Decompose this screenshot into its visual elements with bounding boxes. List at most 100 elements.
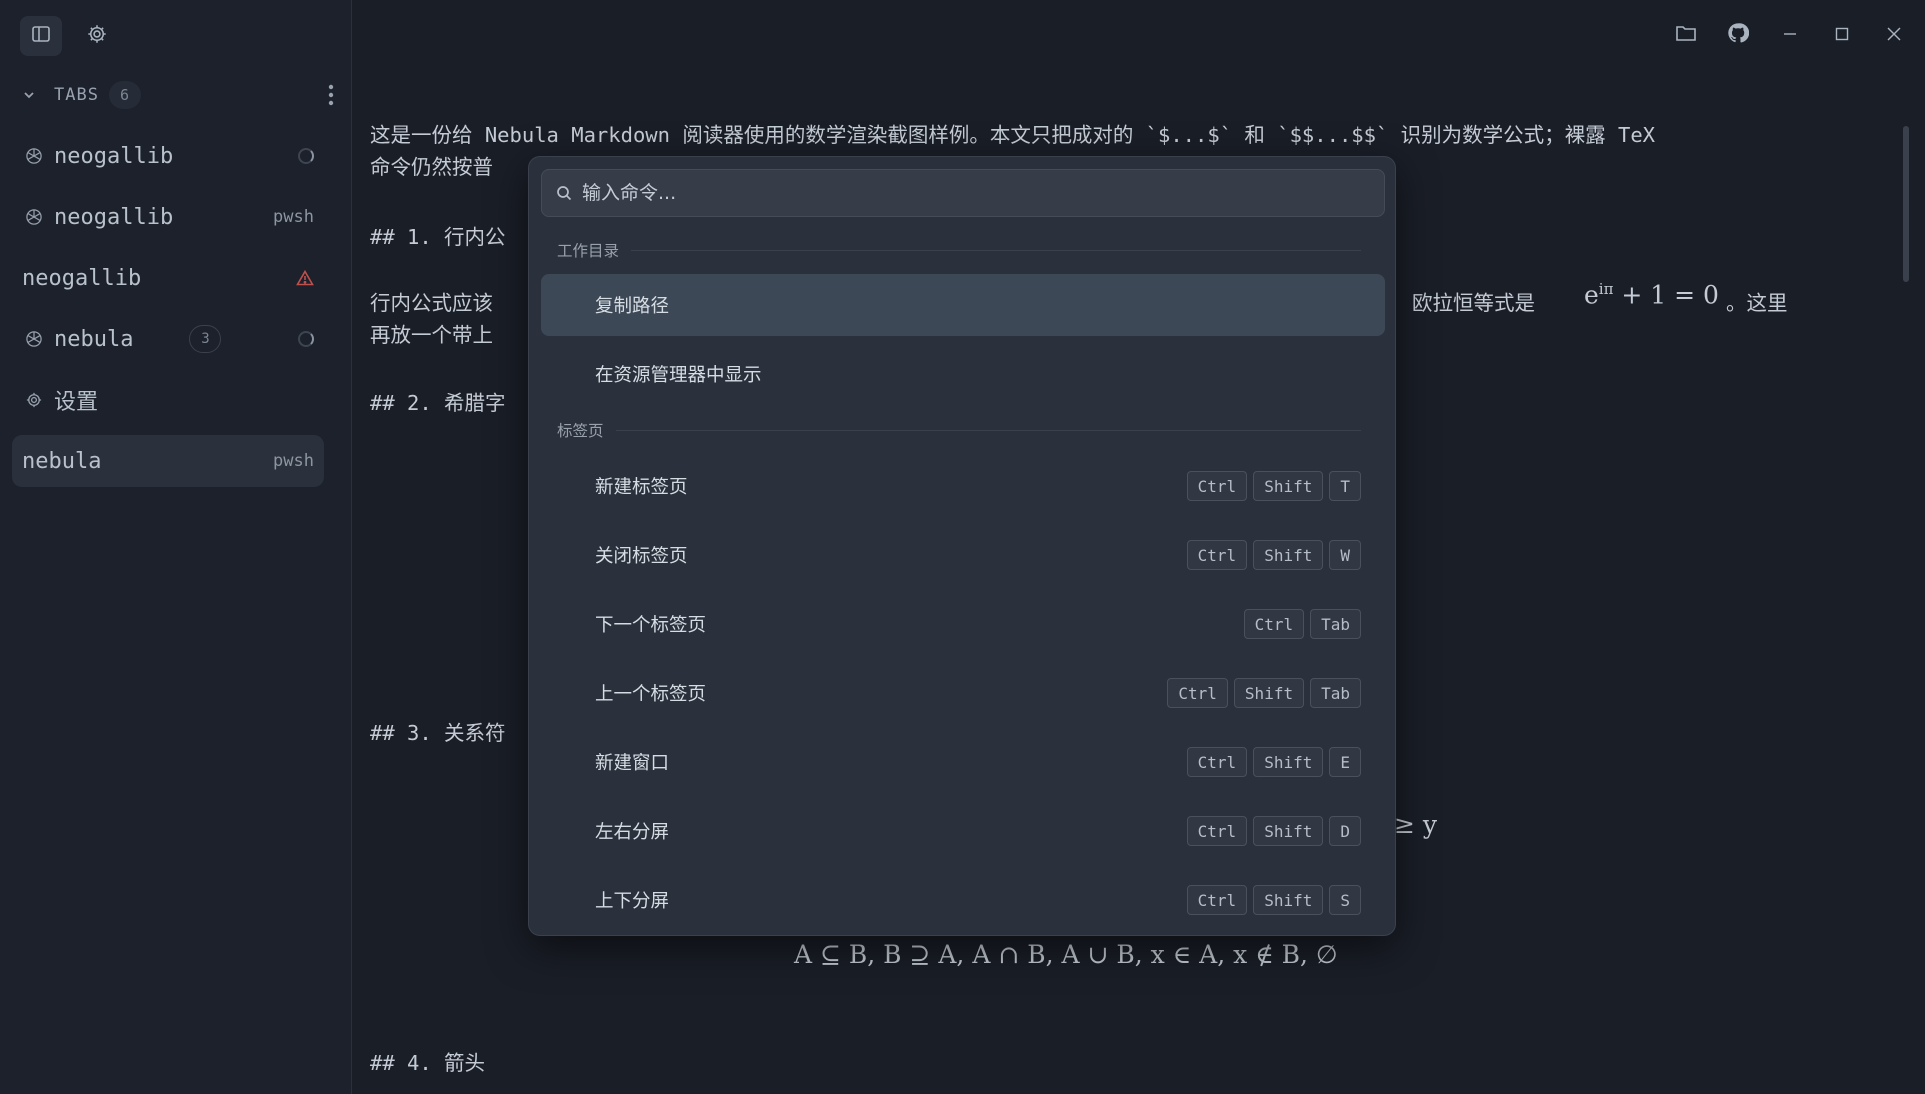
key-shift: Shift bbox=[1253, 885, 1324, 915]
tab-item-nebula-active[interactable]: nebula pwsh bbox=[12, 435, 324, 487]
maximize-icon bbox=[1835, 26, 1849, 45]
command-label: 关闭标签页 bbox=[595, 546, 688, 567]
search-icon bbox=[556, 184, 574, 202]
tab-label: neogallib bbox=[22, 265, 142, 291]
close-button[interactable] bbox=[1877, 18, 1911, 52]
relation-formula-fragment: ≥ y bbox=[1394, 810, 1438, 839]
command-label: 上下分屏 bbox=[595, 891, 670, 912]
doc-intro-line-2: 命令仍然按普 bbox=[370, 155, 493, 179]
key-ctrl: Ctrl bbox=[1186, 816, 1248, 846]
tab-label: nebula bbox=[22, 448, 102, 474]
key-shift: Shift bbox=[1253, 540, 1324, 570]
command-search-input[interactable] bbox=[582, 182, 1342, 204]
command-new-window[interactable]: 新建窗口 Ctrl Shift E bbox=[541, 731, 1385, 793]
folder-icon bbox=[1675, 23, 1697, 47]
loading-spinner-icon bbox=[298, 331, 314, 347]
command-split-horizontal[interactable]: 左右分屏 Ctrl Shift D bbox=[541, 800, 1385, 862]
doc-heading-2: ## 2. 希腊字 bbox=[370, 391, 506, 415]
command-copy-path[interactable]: 复制路径 bbox=[541, 274, 1385, 336]
command-next-tab[interactable]: 下一个标签页 Ctrl Tab bbox=[541, 593, 1385, 655]
key-d: D bbox=[1329, 816, 1361, 846]
maximize-button[interactable] bbox=[1825, 18, 1859, 52]
euler-identity-formula: eiπ + 1 = 0 bbox=[1584, 280, 1719, 309]
shortcut-keys: Ctrl Shift Tab bbox=[1167, 678, 1361, 708]
key-e: E bbox=[1329, 747, 1361, 777]
close-icon bbox=[1887, 26, 1901, 45]
key-ctrl: Ctrl bbox=[1167, 678, 1228, 708]
command-label: 在资源管理器中显示 bbox=[595, 365, 762, 386]
gear-icon bbox=[86, 23, 108, 49]
doc-heading-4: ## 4. 箭头 bbox=[370, 1051, 486, 1075]
github-icon bbox=[1727, 22, 1750, 48]
warning-icon bbox=[296, 270, 314, 286]
command-search-box[interactable] bbox=[541, 169, 1385, 217]
shortcut-keys: Ctrl Tab bbox=[1243, 609, 1361, 639]
command-label: 左右分屏 bbox=[595, 822, 670, 843]
openai-icon bbox=[22, 327, 46, 351]
tab-item-neogallib-1[interactable]: neogallib bbox=[12, 130, 324, 182]
toggle-sidebar-button[interactable] bbox=[20, 16, 62, 56]
command-reveal-in-explorer[interactable]: 在资源管理器中显示 bbox=[541, 343, 1385, 405]
openai-icon bbox=[22, 205, 46, 229]
command-label: 下一个标签页 bbox=[595, 615, 707, 636]
document-scrollbar[interactable] bbox=[1903, 126, 1909, 282]
key-t: T bbox=[1329, 471, 1361, 501]
tab-item-settings[interactable]: 设置 bbox=[12, 374, 324, 426]
settings-button[interactable] bbox=[76, 16, 118, 56]
tabs-count-badge: 6 bbox=[108, 81, 141, 109]
open-folder-button[interactable] bbox=[1669, 18, 1703, 52]
tab-label: nebula bbox=[54, 326, 134, 352]
doc-euler-trail: 。这里 bbox=[1726, 291, 1788, 315]
sidebar: TABS 6 neogallib neogallib pwsh neogalli… bbox=[0, 0, 352, 1094]
command-close-tab[interactable]: 关闭标签页 Ctrl Shift W bbox=[541, 524, 1385, 586]
loading-spinner-icon bbox=[298, 148, 314, 164]
doc-paragraph-1-line-1: 行内公式应该 bbox=[370, 291, 493, 315]
euler-rest: + 1 = 0 bbox=[1621, 280, 1719, 310]
gear-icon bbox=[22, 388, 46, 412]
section-header-tabs: 标签页 bbox=[557, 419, 1361, 441]
shortcut-keys: Ctrl Shift S bbox=[1186, 885, 1361, 915]
tab-label: neogallib bbox=[54, 204, 174, 230]
command-label: 上一个标签页 bbox=[595, 684, 707, 705]
tabs-section-header[interactable]: TABS 6 bbox=[22, 78, 340, 112]
command-label: 复制路径 bbox=[595, 296, 670, 317]
minimize-button[interactable] bbox=[1773, 18, 1807, 52]
command-palette: 工作目录 复制路径 在资源管理器中显示 标签页 新建标签页 Ctrl Shift… bbox=[528, 156, 1396, 936]
key-shift: Shift bbox=[1253, 816, 1324, 846]
key-ctrl: Ctrl bbox=[1243, 609, 1305, 639]
doc-intro-line-1: 这是一份给 Nebula Markdown 阅读器使用的数学渲染截图样例。本文只… bbox=[370, 123, 1656, 147]
shortcut-keys: Ctrl Shift T bbox=[1186, 471, 1361, 501]
github-button[interactable] bbox=[1721, 18, 1755, 52]
tab-item-neogallib-3[interactable]: neogallib bbox=[12, 252, 324, 304]
section-title: 标签页 bbox=[557, 422, 604, 440]
key-tab: Tab bbox=[1310, 609, 1361, 639]
tab-item-neogallib-2[interactable]: neogallib pwsh bbox=[12, 191, 324, 243]
key-shift: Shift bbox=[1233, 678, 1305, 708]
tab-item-nebula-1[interactable]: nebula 3 bbox=[12, 313, 324, 365]
openai-icon bbox=[22, 144, 46, 168]
command-new-tab[interactable]: 新建标签页 Ctrl Shift T bbox=[541, 455, 1385, 517]
sidebar-panel-icon bbox=[31, 24, 51, 48]
euler-exponent: iπ bbox=[1598, 280, 1614, 298]
minimize-icon bbox=[1783, 26, 1797, 45]
key-ctrl: Ctrl bbox=[1186, 747, 1248, 777]
more-options-icon[interactable] bbox=[322, 84, 340, 106]
key-tab: Tab bbox=[1310, 678, 1361, 708]
tab-count-badge: 3 bbox=[189, 325, 222, 353]
command-split-vertical[interactable]: 上下分屏 Ctrl Shift S bbox=[541, 869, 1385, 931]
key-shift: Shift bbox=[1253, 747, 1324, 777]
section-divider bbox=[615, 429, 1361, 431]
tab-label: neogallib bbox=[54, 143, 174, 169]
key-shift: Shift bbox=[1253, 471, 1324, 501]
doc-euler-lead: 欧拉恒等式是 bbox=[1412, 291, 1535, 315]
doc-heading-3: ## 3. 关系符 bbox=[370, 721, 506, 745]
command-label: 新建窗口 bbox=[595, 753, 670, 774]
chevron-down-icon[interactable] bbox=[22, 88, 40, 102]
shortcut-keys: Ctrl Shift E bbox=[1186, 747, 1361, 777]
section-divider bbox=[631, 249, 1361, 251]
section-header-working-dir: 工作目录 bbox=[557, 239, 1361, 261]
tab-label: 设置 bbox=[54, 390, 99, 415]
key-s: S bbox=[1329, 885, 1361, 915]
command-previous-tab[interactable]: 上一个标签页 Ctrl Shift Tab bbox=[541, 662, 1385, 724]
key-w: W bbox=[1329, 540, 1361, 570]
